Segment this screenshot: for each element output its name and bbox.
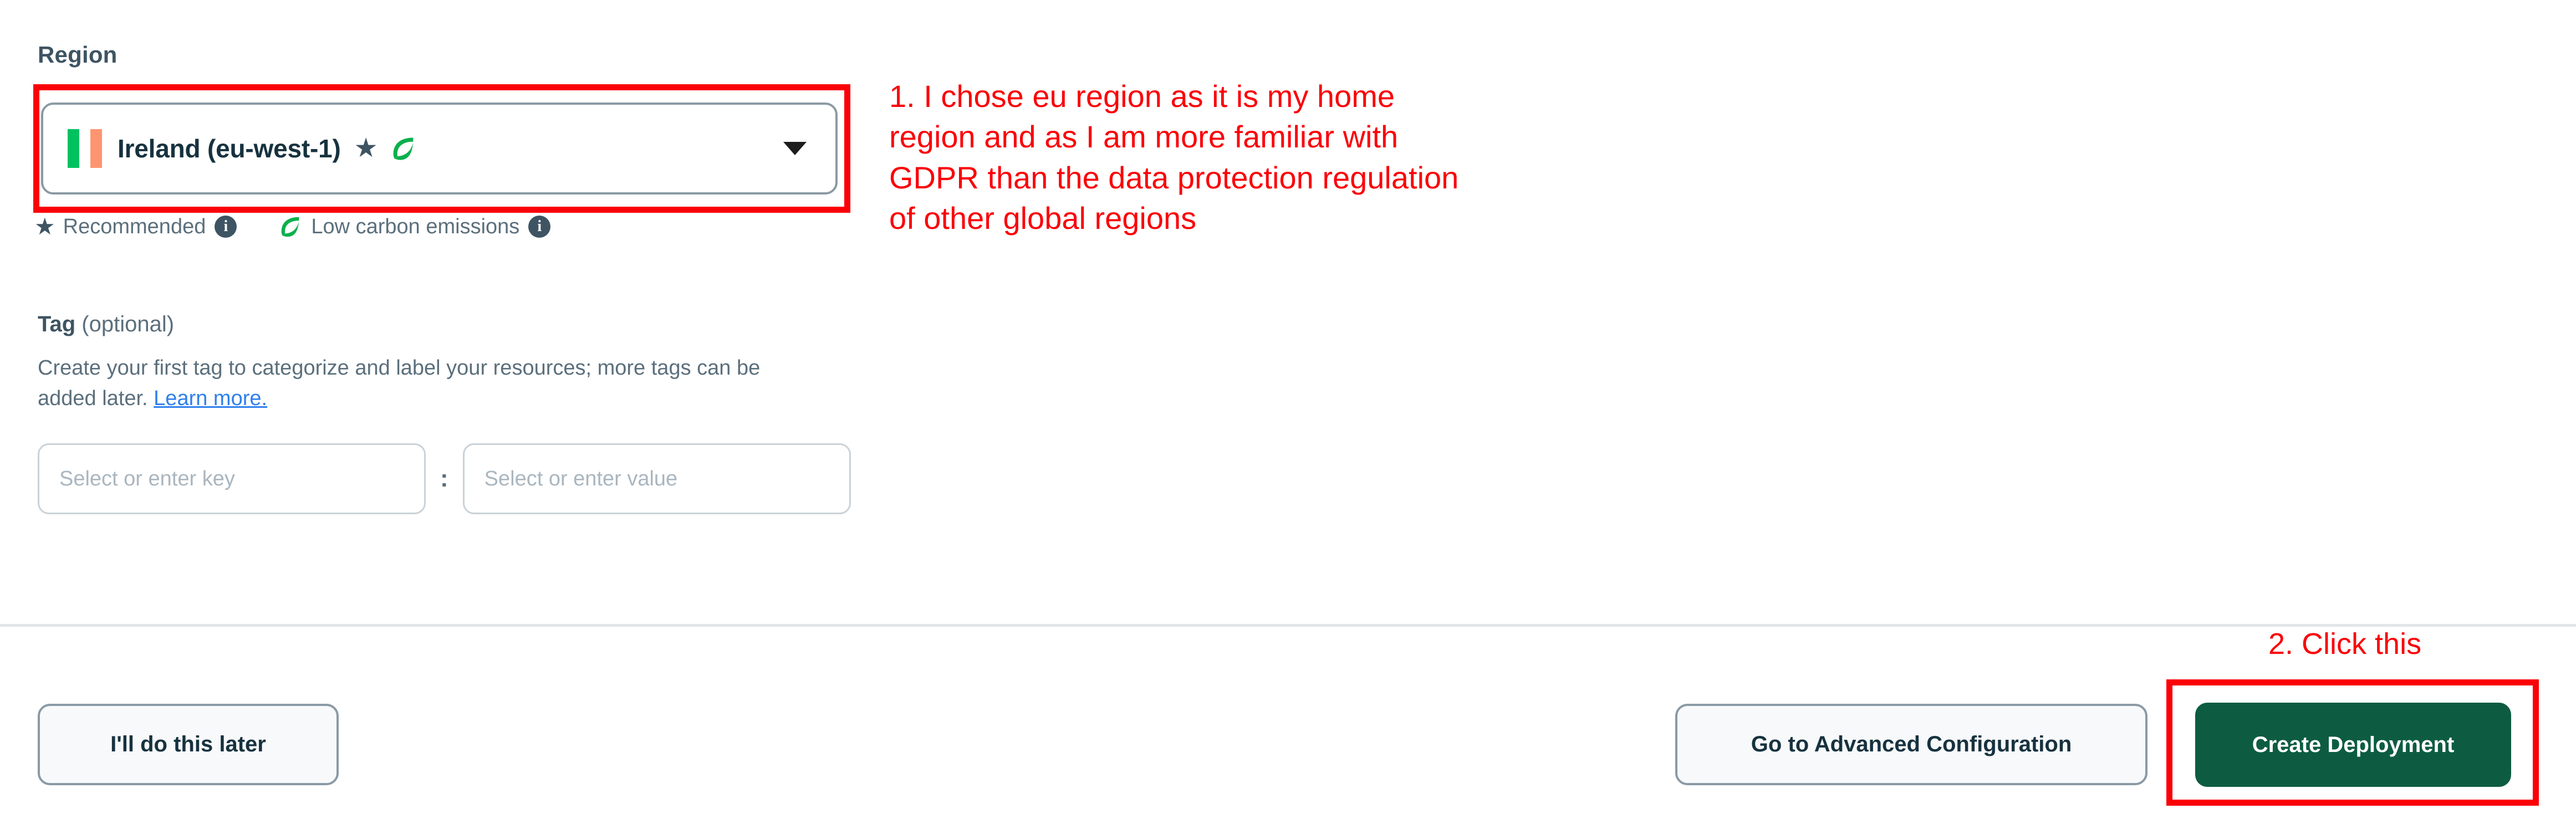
leaf-icon: [389, 134, 418, 163]
region-label: Region: [38, 42, 118, 68]
legend-item-recommended: ★ Recommended i: [34, 215, 237, 239]
go-to-advanced-configuration-button[interactable]: Go to Advanced Configuration: [1675, 704, 2147, 785]
create-deployment-button[interactable]: Create Deployment: [2195, 703, 2511, 787]
star-icon: ★: [354, 134, 378, 163]
tag-label: Tag (optional): [38, 313, 841, 335]
tag-key-input[interactable]: Select or enter key: [38, 443, 426, 514]
info-icon[interactable]: i: [528, 216, 551, 238]
ireland-flag-icon: [68, 129, 102, 168]
footer-divider: [0, 624, 2576, 627]
legend-label-recommended: Recommended: [63, 214, 206, 238]
annotation-note-1: 1. I chose eu region as it is my home re…: [889, 79, 1459, 236]
region-selected-value: Ireland (eu-west-1): [118, 134, 341, 163]
tag-label-bold: Tag: [38, 312, 76, 336]
legend-item-low-carbon: Low carbon emissions i: [278, 214, 551, 239]
info-icon[interactable]: i: [215, 216, 237, 238]
do-this-later-button[interactable]: I'll do this later: [38, 704, 339, 785]
leaf-icon: [278, 214, 303, 239]
region-select[interactable]: Ireland (eu-west-1) ★: [41, 103, 838, 195]
region-field-group: Region: [38, 43, 869, 66]
learn-more-link[interactable]: Learn more.: [154, 387, 267, 410]
tag-label-optional: (optional): [75, 312, 175, 336]
legend-label-low-carbon: Low carbon emissions: [311, 214, 520, 238]
tag-value-input[interactable]: Select or enter value: [462, 443, 851, 514]
tag-field-group: Tag (optional) Create your first tag to …: [38, 313, 841, 414]
region-legend: ★ Recommended i Low carbon emissions i: [34, 214, 551, 239]
tag-input-row: Select or enter key : Select or enter va…: [38, 443, 851, 514]
chevron-down-icon[interactable]: [783, 142, 807, 155]
tag-description-text: Create your first tag to categorize and …: [38, 356, 761, 411]
annotation-note-2: 2. Click this: [2268, 627, 2422, 661]
star-icon: ★: [34, 213, 55, 239]
tag-description: Create your first tag to categorize and …: [38, 353, 808, 414]
tag-separator: :: [440, 465, 448, 492]
